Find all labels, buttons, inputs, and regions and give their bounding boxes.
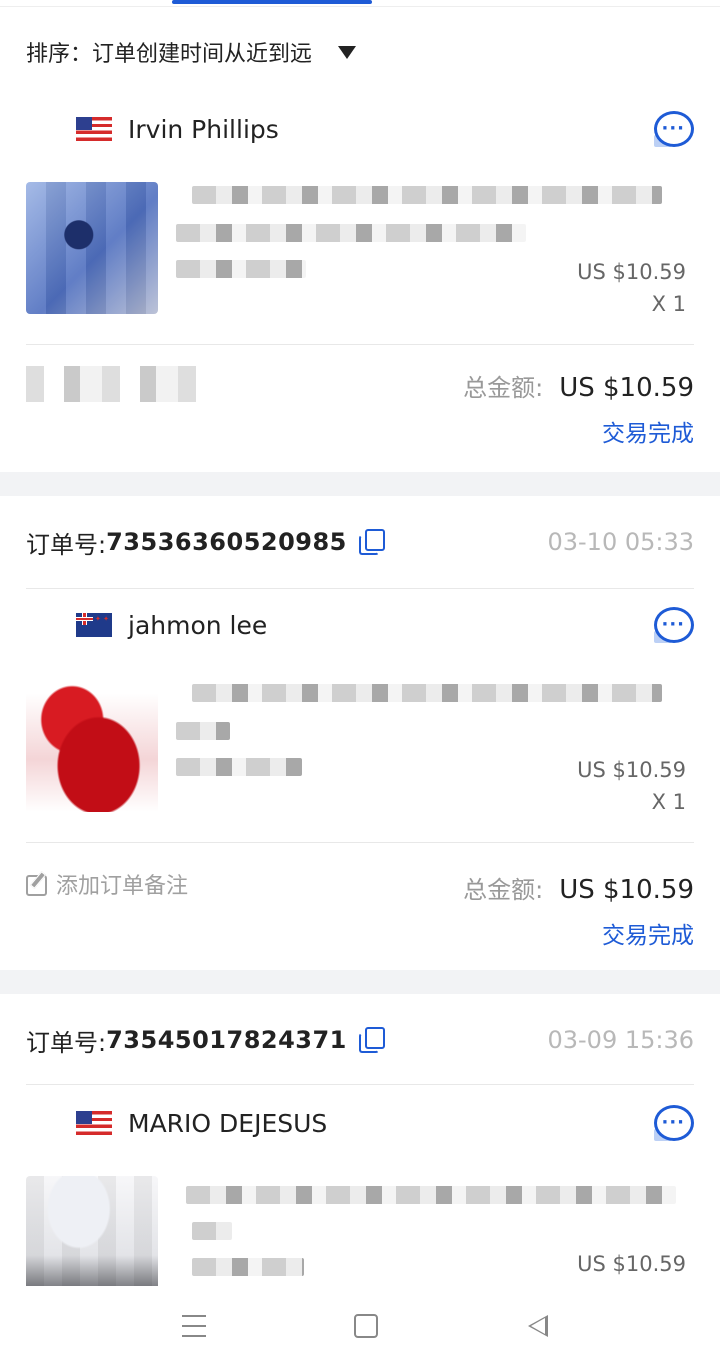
add-note-label: 添加订单备注 (56, 874, 189, 899)
card-separator (0, 970, 720, 994)
home-icon[interactable] (346, 1310, 386, 1342)
buyer-row: MARIO DEJESUS ··· (76, 1098, 694, 1148)
product-sku-blurred (176, 260, 306, 278)
order-summary: 总金额: US $10.59 交易完成 (26, 358, 694, 448)
order-header: 订单号: 73536360520985 03-10 05:33 (26, 496, 694, 588)
order-status[interactable]: 交易完成 (602, 414, 694, 448)
us-flag-icon (76, 117, 112, 141)
divider (26, 1084, 694, 1085)
note-edit-icon (26, 871, 48, 896)
order-time: 03-09 15:36 (547, 1026, 694, 1054)
sort-selector[interactable]: 排序：订单创建时间从近到远 (26, 34, 357, 70)
order-total: 总金额: US $10.59 (463, 368, 694, 403)
copy-icon[interactable] (358, 1027, 385, 1053)
order-card: Irvin Phillips ··· US $10.59 X 1 总金额: US… (0, 96, 720, 472)
buyer-name: Irvin Phillips (128, 114, 279, 144)
chat-icon[interactable]: ··· (654, 1105, 694, 1141)
note-blurred (26, 366, 196, 402)
order-time: 03-10 05:33 (547, 528, 694, 556)
system-nav-bar (0, 1286, 720, 1366)
buyer-row: jahmon lee ··· (76, 600, 694, 650)
order-header: 订单号: 73545017824371 03-09 15:36 (26, 994, 694, 1086)
product-thumbnail (26, 1176, 158, 1286)
total-label: 总金额: (463, 876, 544, 904)
product-row[interactable]: US $10.59 X 1 (26, 182, 686, 322)
total-value: US $10.59 (559, 875, 694, 905)
item-quantity: X 1 (651, 292, 686, 316)
product-title-blurred (192, 1222, 232, 1240)
item-price: US $10.59 (577, 260, 686, 284)
order-total: 总金额: US $10.59 (463, 870, 694, 905)
product-title-blurred (192, 684, 662, 702)
divider (26, 588, 694, 589)
divider (26, 344, 694, 345)
item-quantity: X 1 (651, 790, 686, 814)
product-row[interactable]: US $10.59 (26, 1176, 686, 1286)
buyer-name: jahmon lee (128, 610, 268, 640)
order-number: 73545017824371 (106, 1026, 347, 1054)
product-title-blurred (186, 1186, 676, 1204)
order-summary: 添加订单备注 总金额: US $10.59 交易完成 (26, 860, 694, 950)
menu-icon[interactable] (174, 1310, 214, 1342)
sort-label: 排序：订单创建时间从近到远 (26, 42, 313, 67)
card-separator (0, 472, 720, 496)
item-price: US $10.59 (577, 1252, 686, 1276)
product-title-blurred (192, 186, 662, 204)
chat-icon[interactable]: ··· (654, 607, 694, 643)
order-card: 订单号: 73536360520985 03-10 05:33 jahmon l… (0, 496, 720, 970)
product-title-blurred (176, 722, 230, 740)
order-number-label: 订单号: (26, 530, 107, 559)
us-flag-icon (76, 1111, 112, 1135)
item-price: US $10.59 (577, 758, 686, 782)
divider (26, 842, 694, 843)
order-status[interactable]: 交易完成 (602, 916, 694, 950)
order-number: 73536360520985 (106, 528, 347, 556)
buyer-name: MARIO DEJESUS (128, 1108, 328, 1138)
product-sku-blurred (176, 758, 302, 776)
top-tab-indicator-bar (0, 0, 720, 7)
total-value: US $10.59 (559, 373, 694, 403)
total-label: 总金额: (463, 374, 544, 402)
copy-icon[interactable] (358, 529, 385, 555)
product-title-blurred (176, 224, 526, 242)
back-icon[interactable] (518, 1310, 558, 1342)
buyer-row: Irvin Phillips ··· (76, 104, 694, 154)
product-sku-blurred (192, 1258, 304, 1276)
add-note-button[interactable]: 添加订单备注 (26, 868, 188, 900)
chat-icon[interactable]: ··· (654, 111, 694, 147)
order-number-label: 订单号: (26, 1028, 107, 1057)
caret-down-icon (338, 45, 357, 59)
product-row[interactable]: US $10.59 X 1 (26, 680, 686, 820)
product-thumbnail (26, 680, 158, 812)
order-card: 订单号: 73545017824371 03-09 15:36 MARIO DE… (0, 994, 720, 1286)
nz-flag-icon (76, 613, 112, 637)
product-thumbnail (26, 182, 158, 314)
active-tab-indicator (172, 0, 372, 4)
